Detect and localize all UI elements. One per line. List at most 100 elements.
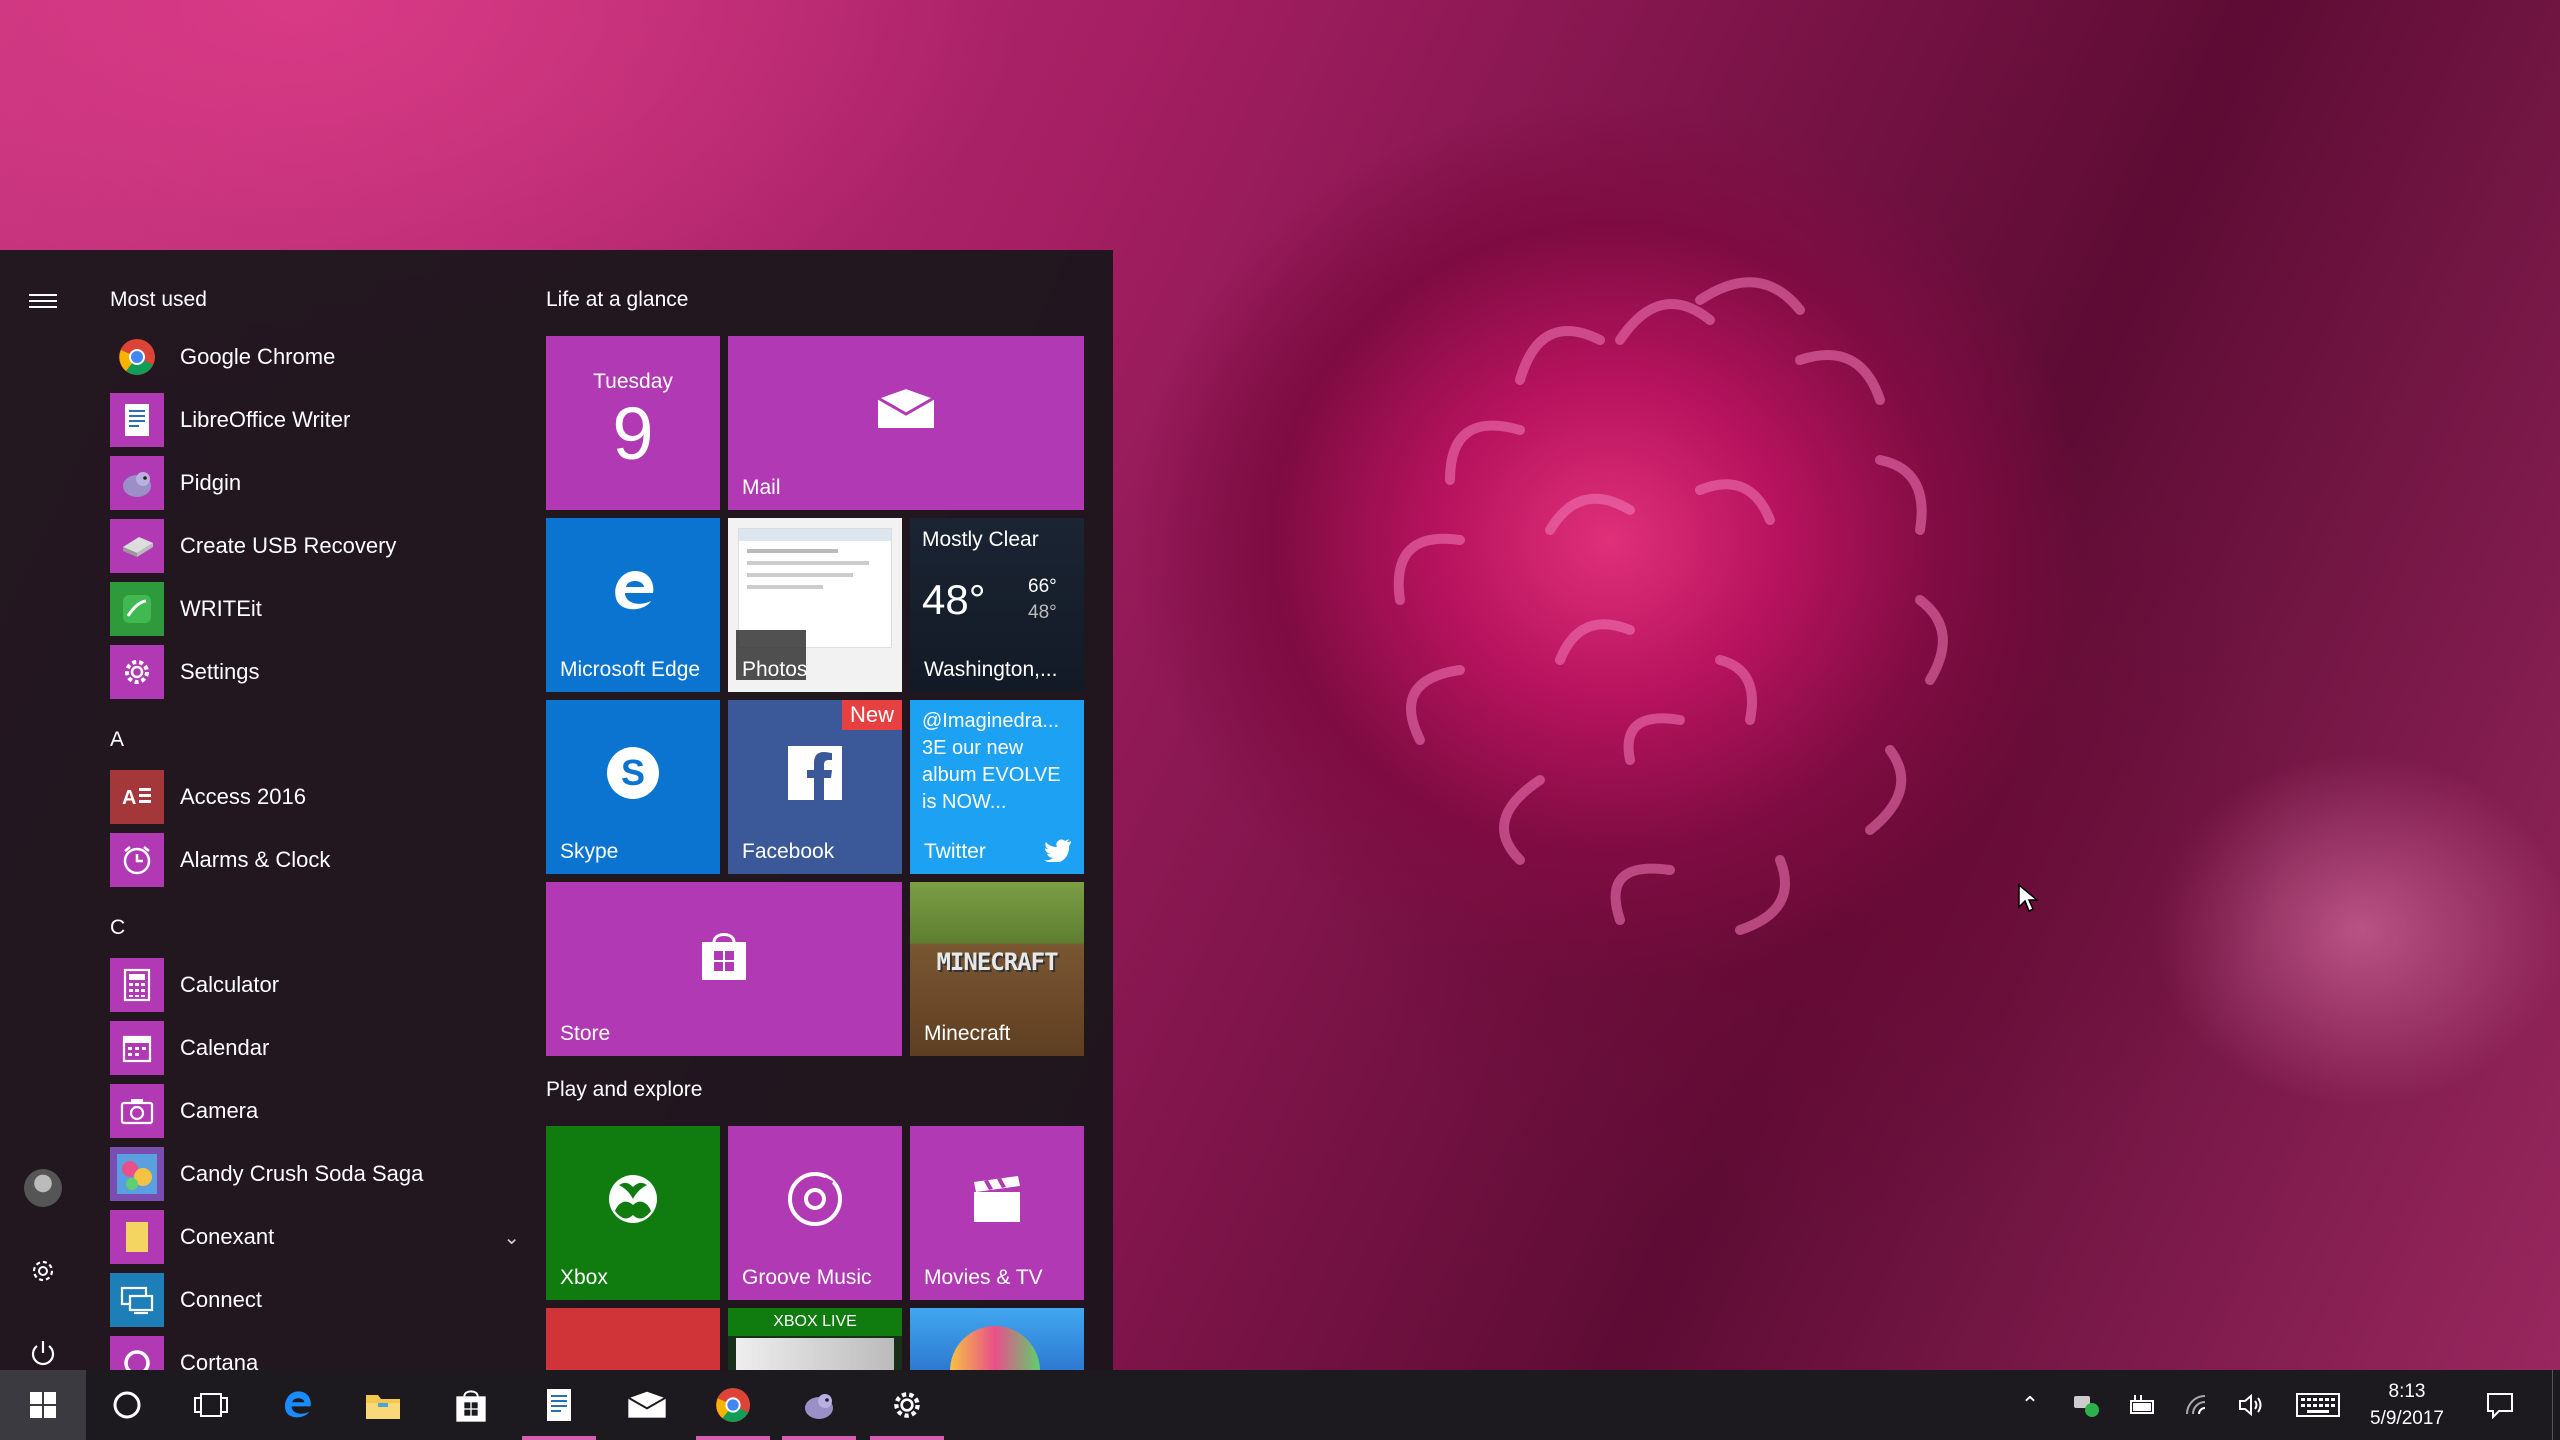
tile-facebook[interactable]: New Facebook — [728, 700, 902, 874]
app-item-calculator[interactable]: Calculator — [110, 956, 520, 1014]
taskbar-edge[interactable] — [254, 1370, 340, 1440]
alarm-clock-icon — [110, 833, 164, 887]
app-label: Calculator — [180, 972, 280, 997]
folder-icon — [110, 1210, 164, 1264]
taskbar-libreoffice-writer[interactable] — [516, 1370, 602, 1440]
calendar-icon — [110, 1021, 164, 1075]
task-view-icon — [194, 1393, 228, 1417]
tile-xbox[interactable]: Xbox — [546, 1126, 720, 1300]
app-label: Calendar — [180, 1035, 270, 1060]
tray-volume[interactable] — [2230, 1370, 2274, 1440]
cortana-search-button[interactable] — [84, 1370, 170, 1440]
start-button[interactable] — [0, 1370, 86, 1440]
tile-twitter[interactable]: @Imaginedra... 3E our new album EVOLVE i… — [910, 700, 1084, 874]
clock-time: 8:13 — [2388, 1381, 2426, 1402]
tray-touch-keyboard[interactable] — [2288, 1370, 2348, 1440]
taskbar-file-explorer[interactable] — [340, 1370, 426, 1440]
tile-minecraft[interactable]: MINECRAFT Minecraft — [910, 882, 1084, 1056]
action-center-button[interactable] — [2472, 1370, 2528, 1440]
tile-store[interactable]: Store — [546, 882, 902, 1056]
app-item-create-usb-recovery[interactable]: Create USB Recovery — [110, 517, 520, 575]
group-title-life-at-a-glance[interactable]: Life at a glance — [546, 288, 688, 312]
xbox-icon — [546, 1126, 720, 1272]
section-header-a[interactable]: A — [110, 728, 124, 752]
app-item-settings[interactable]: Settings — [110, 643, 520, 701]
start-menu: Most used Google Chrome LibreOffice Writ… — [0, 250, 1113, 1370]
edge-icon — [546, 518, 720, 664]
usb-recovery-icon — [110, 519, 164, 573]
section-header-c[interactable]: C — [110, 916, 125, 940]
tile-red[interactable] — [546, 1308, 720, 1370]
chevron-down-icon[interactable]: ⌄ — [503, 1225, 520, 1250]
hamburger-icon — [29, 290, 57, 312]
app-item-alarms-clock[interactable]: Alarms & Clock — [110, 831, 520, 889]
taskbar: ⌃ 8:13 5/9/2017 — [0, 1370, 2560, 1440]
taskbar-store[interactable] — [428, 1370, 514, 1440]
app-item-cortana[interactable]: Cortana — [110, 1334, 520, 1370]
tile-groove-music[interactable]: Groove Music — [728, 1126, 902, 1300]
tile-candy-crush[interactable] — [910, 1308, 1084, 1370]
show-hidden-icons-button[interactable]: ⌃ — [2010, 1370, 2050, 1440]
taskbar-pidgin[interactable] — [776, 1370, 862, 1440]
battery-plug-icon — [2130, 1395, 2154, 1414]
app-label: Settings — [180, 659, 260, 684]
settings-button[interactable] — [0, 1238, 86, 1304]
app-item-pidgin[interactable]: Pidgin — [110, 454, 520, 512]
taskbar-mail[interactable] — [604, 1370, 690, 1440]
svg-text:A: A — [122, 787, 136, 809]
app-item-calendar[interactable]: Calendar — [110, 1019, 520, 1077]
app-label: Cortana — [180, 1350, 259, 1370]
store-icon — [546, 882, 902, 1028]
app-item-access-2016[interactable]: A Access 2016 — [110, 768, 520, 826]
tile-xbox-live-game[interactable]: XBOX LIVE — [728, 1308, 902, 1370]
app-item-connect[interactable]: Connect — [110, 1271, 520, 1329]
gear-icon — [32, 1260, 54, 1282]
chrome-icon — [110, 330, 164, 384]
access-icon: A — [110, 770, 164, 824]
taskbar-settings[interactable] — [864, 1370, 950, 1440]
cortana-icon — [110, 1336, 164, 1370]
app-item-candy-crush-soda-saga[interactable]: Candy Crush Soda Saga — [110, 1145, 520, 1203]
app-label: Conexant — [180, 1224, 275, 1249]
tile-mail[interactable]: Mail — [728, 336, 1084, 510]
camera-icon — [110, 1084, 164, 1138]
app-item-conexant[interactable]: Conexant ⌄ — [110, 1208, 520, 1266]
power-icon — [31, 1341, 55, 1366]
groove-music-icon — [728, 1126, 902, 1272]
skype-icon: S — [546, 700, 720, 846]
group-title-play-and-explore[interactable]: Play and explore — [546, 1078, 702, 1102]
clock[interactable]: 8:13 5/9/2017 — [2352, 1378, 2462, 1432]
calendar-day: Tuesday — [593, 370, 673, 393]
app-item-writeit[interactable]: WRITEit — [110, 580, 520, 638]
tile-weather[interactable]: Mostly Clear 48° 66° 48° Washington,... — [910, 518, 1084, 692]
speaker-icon — [2239, 1393, 2262, 1417]
twitter-bird-icon — [1044, 839, 1071, 862]
pidgin-icon — [110, 456, 164, 510]
app-item-google-chrome[interactable]: Google Chrome — [110, 328, 520, 386]
tile-movies-tv[interactable]: Movies & TV — [910, 1126, 1084, 1300]
user-account-button[interactable] — [0, 1155, 86, 1221]
chevron-up-icon: ⌃ — [2020, 1392, 2040, 1417]
app-item-libreoffice-writer[interactable]: LibreOffice Writer — [110, 391, 520, 449]
tile-area: Life at a glance Tuesday 9 Mail Microsof… — [546, 250, 1086, 1370]
expand-menu-button[interactable] — [0, 268, 86, 334]
app-label: Access 2016 — [180, 784, 306, 809]
show-desktop-button[interactable] — [2552, 1370, 2560, 1440]
tray-battery[interactable] — [2120, 1370, 2164, 1440]
tile-label: Store — [560, 1022, 611, 1045]
tile-label: Mail — [742, 476, 781, 499]
tile-microsoft-edge[interactable]: Microsoft Edge — [546, 518, 720, 692]
task-view-button[interactable] — [168, 1370, 254, 1440]
tile-label: Skype — [560, 840, 619, 863]
tray-app-status[interactable] — [2064, 1370, 2108, 1440]
tile-skype[interactable]: S Skype — [546, 700, 720, 874]
app-label: Connect — [180, 1287, 262, 1312]
tile-label: Photos — [742, 658, 808, 681]
app-item-camera[interactable]: Camera — [110, 1082, 520, 1140]
taskbar-google-chrome[interactable] — [690, 1370, 776, 1440]
tile-label: Facebook — [742, 840, 835, 863]
tile-photos[interactable]: Photos — [728, 518, 902, 692]
app-label: Candy Crush Soda Saga — [180, 1161, 424, 1186]
tile-calendar[interactable]: Tuesday 9 — [546, 336, 720, 510]
tray-wifi[interactable] — [2176, 1370, 2220, 1440]
